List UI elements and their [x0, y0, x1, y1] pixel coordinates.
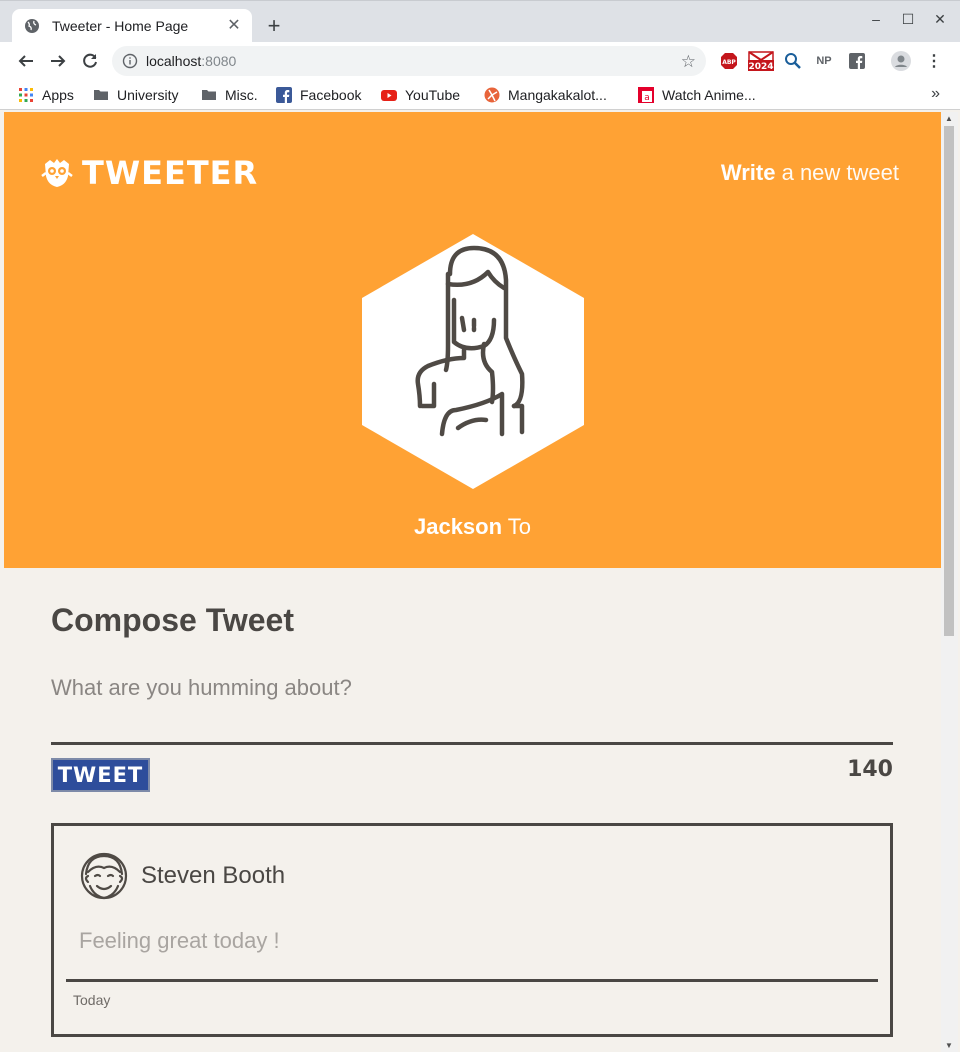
bookmark-label: Facebook [300, 87, 362, 103]
bookmark-watch-anime[interactable]: a Watch Anime... [638, 85, 756, 105]
bookmark-star-icon[interactable]: ☆ [681, 52, 696, 72]
tweet-divider [66, 979, 878, 982]
bookmark-label: Apps [42, 87, 74, 103]
anime-site-icon: a [638, 87, 654, 103]
facebook-extension-icon[interactable] [847, 51, 867, 71]
last-name: To [502, 514, 531, 539]
scroll-down-arrow-icon[interactable]: ▼ [944, 1041, 954, 1050]
profile-name: Jackson To [4, 514, 941, 540]
bookmark-youtube[interactable]: YouTube [381, 85, 460, 105]
svg-text:ABP: ABP [722, 59, 736, 66]
tweet-button[interactable]: TWEET [51, 758, 150, 792]
tweet-content: Feeling great today ! [79, 928, 280, 953]
write-new-tweet-link[interactable]: Write a new tweet [721, 160, 899, 186]
folder-icon [202, 90, 216, 100]
logo-text: TWEETER [82, 154, 259, 192]
scrollbar-thumb[interactable] [944, 126, 954, 636]
browser-toolbar: localhost:8080 ☆ ABP 2024 NP ⋮ [0, 42, 960, 80]
folder-icon [94, 90, 108, 100]
character-counter: 140 [847, 757, 893, 782]
scroll-up-arrow-icon[interactable]: ▲ [944, 114, 954, 123]
page-viewport: TWEETER Write a new tweet Jackson To Com… [4, 112, 941, 1052]
address-bar[interactable]: localhost:8080 ☆ [112, 46, 706, 76]
svg-text:a: a [644, 93, 650, 103]
arrow-left-icon [18, 55, 33, 67]
arrow-right-icon [51, 55, 66, 67]
bookmarks-bar: Apps University Misc. Facebook YouTube M… [0, 80, 960, 110]
magnifier-extension-icon[interactable] [783, 51, 803, 71]
youtube-icon [381, 90, 397, 101]
bookmark-mangakakalot[interactable]: Mangakakalot... [484, 85, 607, 105]
bookmarks-overflow-icon[interactable]: » [931, 85, 940, 103]
url-port: :8080 [201, 53, 237, 69]
mangakakalot-icon [484, 87, 500, 103]
tweet-author-name[interactable]: Steven Booth [141, 862, 285, 890]
reload-icon [83, 53, 97, 68]
close-window-icon[interactable]: ✕ [930, 11, 950, 28]
compose-title: Compose Tweet [51, 602, 294, 638]
bookmark-label: Watch Anime... [662, 87, 756, 103]
page-scrollbar[interactable]: ▲ ▼ [941, 112, 958, 1052]
info-icon[interactable] [122, 53, 138, 69]
close-tab-icon[interactable]: ✕ [226, 18, 242, 34]
browser-tab[interactable]: Tweeter - Home Page ✕ [12, 9, 252, 43]
tweet-input[interactable] [51, 668, 893, 708]
compose-divider [51, 742, 893, 745]
bookmark-university[interactable]: University [93, 85, 178, 105]
profile-icon[interactable] [891, 51, 911, 71]
tweet-article: Steven Booth Feeling great today ! Today [51, 823, 893, 1037]
svg-text:2024: 2024 [748, 62, 773, 72]
bookmark-apps[interactable]: Apps [18, 85, 74, 105]
bookmark-label: University [117, 87, 179, 103]
gmail-checker-icon[interactable]: 2024 [747, 51, 775, 72]
profile-header: TWEETER Write a new tweet Jackson To [4, 112, 941, 568]
tab-bar: Tweeter - Home Page ✕ + – ☐ ✕ [0, 0, 960, 43]
menu-kebab-icon[interactable]: ⋮ [924, 51, 944, 71]
reload-button[interactable] [78, 49, 102, 73]
bookmark-facebook[interactable]: Facebook [276, 85, 361, 105]
owl-bird-icon [41, 159, 73, 187]
tweeter-logo[interactable]: TWEETER [40, 154, 258, 192]
np-extension-icon[interactable]: NP [814, 51, 834, 71]
globe-icon [25, 19, 39, 33]
tweet-timestamp: Today [73, 992, 111, 1008]
url-host: localhost [146, 53, 202, 69]
compose-link-rest: a new tweet [775, 160, 899, 185]
minimize-icon[interactable]: – [866, 11, 886, 27]
back-button[interactable] [14, 49, 38, 73]
tab-title: Tweeter - Home Page [52, 18, 189, 34]
apps-grid-icon [19, 88, 33, 102]
compose-link-bold: Write [720, 160, 776, 185]
forward-button[interactable] [46, 49, 70, 73]
bookmark-label: Mangakakalot... [508, 87, 607, 103]
profile-avatar [362, 234, 584, 489]
bookmark-misc[interactable]: Misc. [201, 85, 258, 105]
adblock-icon[interactable]: ABP [719, 51, 739, 71]
first-name: Jackson [413, 514, 503, 539]
new-tab-button[interactable]: + [262, 15, 286, 39]
bookmark-label: Misc. [225, 87, 258, 103]
facebook-icon [276, 87, 292, 103]
maximize-icon[interactable]: ☐ [898, 11, 918, 28]
man-avatar-icon [80, 852, 128, 900]
bookmark-label: YouTube [405, 87, 461, 103]
